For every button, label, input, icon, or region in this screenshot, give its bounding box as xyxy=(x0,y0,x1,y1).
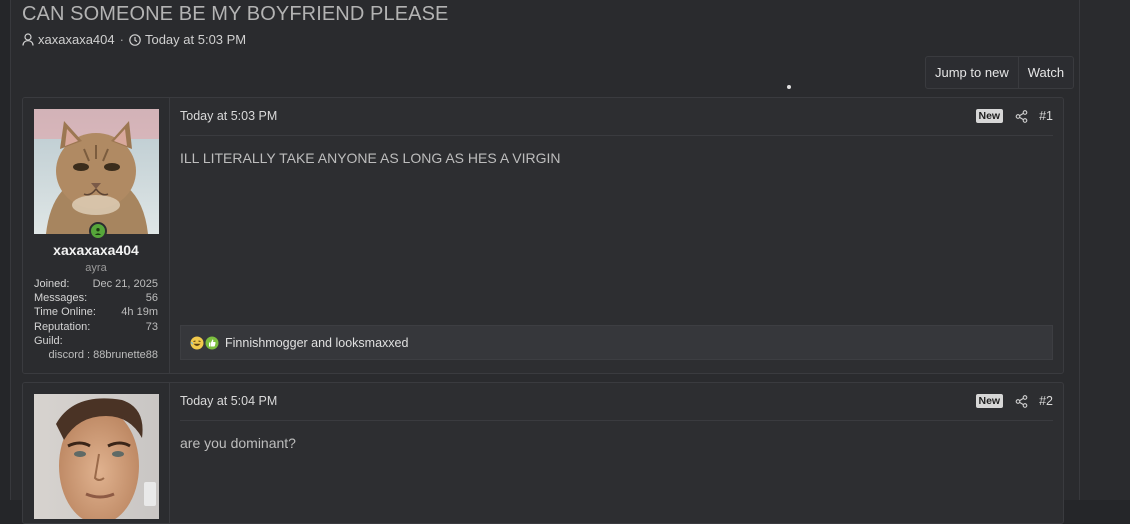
stat-guild: Guild: xyxy=(34,334,158,348)
post-body: are you dominant? xyxy=(180,435,296,451)
thread-button-group: Jump to new Watch xyxy=(925,56,1075,89)
reactions-bar[interactable]: Finnishmogger and looksmaxxed xyxy=(180,325,1053,360)
online-status-icon xyxy=(89,222,107,240)
stat-label: Joined: xyxy=(34,278,70,290)
post-body: ILL LITERALLY TAKE ANYONE AS LONG AS HES… xyxy=(180,150,561,166)
post-main: Today at 5:03 PM New #1 ILL LITERALLY TA… xyxy=(170,98,1063,373)
stat-joined: Joined: Dec 21, 2025 xyxy=(34,277,158,291)
post-number-link[interactable]: #1 xyxy=(1039,109,1053,123)
stat-value: Dec 21, 2025 xyxy=(92,278,158,290)
stat-value: 73 xyxy=(145,320,158,333)
post-main: Today at 5:04 PM New #2 are you dominant… xyxy=(170,383,1063,523)
post-user-panel xyxy=(23,383,170,523)
stat-time-online: Time Online: 4h 19m xyxy=(34,305,158,319)
thumbs-up-icon xyxy=(205,336,219,350)
reactions-text[interactable]: Finnishmogger and looksmaxxed xyxy=(225,336,408,350)
reaction-icons xyxy=(190,336,220,350)
post-user-panel: xaxaxaxa404 ayra Joined: Dec 21, 2025 Mes… xyxy=(23,98,170,373)
stat-label: Guild: xyxy=(34,334,63,347)
laugh-emoji-icon xyxy=(190,336,204,350)
thread-author-link[interactable]: xaxaxaxa404 xyxy=(38,32,115,47)
stat-label: Reputation: xyxy=(34,320,91,333)
user-icon xyxy=(22,33,34,46)
jump-to-new-button[interactable]: Jump to new xyxy=(926,57,1018,88)
post-actions: New #1 xyxy=(975,109,1053,123)
user-title: ayra xyxy=(85,262,107,274)
stat-messages: Messages: 56 xyxy=(34,291,158,305)
post-2: Today at 5:04 PM New #2 are you dominant… xyxy=(22,382,1064,524)
post-1: xaxaxaxa404 ayra Joined: Dec 21, 2025 Mes… xyxy=(22,97,1064,374)
post-divider xyxy=(180,420,1053,421)
post-divider xyxy=(180,135,1053,136)
stat-value: 56 xyxy=(145,292,158,305)
thread-title: CAN SOMEONE BE MY BOYFRIEND PLEASE xyxy=(22,3,449,25)
share-icon[interactable] xyxy=(1015,109,1028,123)
right-gutter xyxy=(1079,0,1130,500)
thread-date-link[interactable]: Today at 5:03 PM xyxy=(145,32,246,47)
stat-value: 4h 19m xyxy=(121,306,158,319)
avatar[interactable] xyxy=(34,394,159,519)
avatar[interactable] xyxy=(34,109,159,234)
user-stats: Joined: Dec 21, 2025 Messages: 56 Time Onl… xyxy=(34,277,158,362)
post-actions: New #2 xyxy=(975,394,1053,408)
post-date-link[interactable]: Today at 5:04 PM xyxy=(180,394,277,408)
watch-button[interactable]: Watch xyxy=(1017,57,1073,88)
post-username[interactable]: xaxaxaxa404 xyxy=(23,242,169,258)
clock-icon xyxy=(129,33,141,46)
stat-guild-value: discord : 88brunette88 xyxy=(48,349,158,362)
post-date-link[interactable]: Today at 5:03 PM xyxy=(180,109,277,123)
meta-separator: · xyxy=(119,32,124,47)
stat-label: Messages: xyxy=(34,292,88,305)
stat-label: Time Online: xyxy=(34,306,96,319)
stat-reputation: Reputation: 73 xyxy=(34,320,158,334)
stray-dot xyxy=(787,85,791,89)
thread-meta: xaxaxaxa404 · Today at 5:03 PM xyxy=(22,32,246,47)
post-number-link[interactable]: #2 xyxy=(1039,394,1053,408)
new-badge: New xyxy=(975,109,1004,123)
share-icon[interactable] xyxy=(1015,394,1028,408)
new-badge: New xyxy=(975,394,1004,408)
